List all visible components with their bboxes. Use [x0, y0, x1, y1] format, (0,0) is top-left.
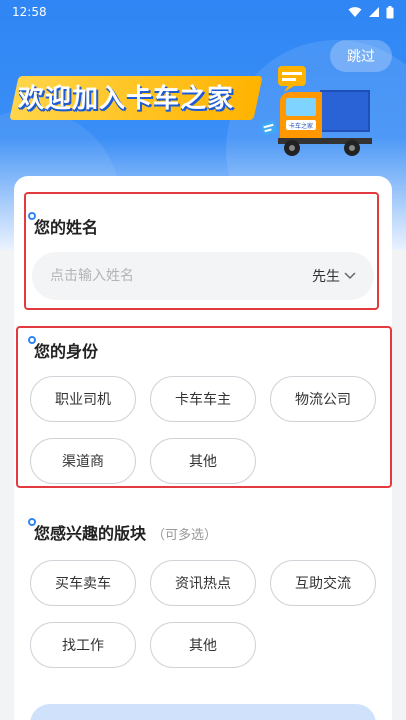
interest-option[interactable]: 互助交流 [270, 560, 376, 606]
section-dot-icon [28, 518, 36, 526]
page-title: 欢迎加入卡车之家 [18, 84, 235, 114]
truck-illustration: 卡车之家 [261, 66, 372, 156]
interest-section-label: 您感兴趣的版块 [34, 524, 147, 543]
signal-icon [369, 7, 379, 17]
interest-option[interactable]: 找工作 [30, 622, 136, 668]
status-bar: 12:58 [0, 0, 406, 24]
interest-section-hint: （可多选） [152, 528, 218, 543]
interest-option[interactable]: 其他 [150, 622, 256, 668]
truck-plate-label: 卡车之家 [289, 122, 313, 130]
wifi-icon [348, 7, 362, 17]
interest-option[interactable]: 资讯热点 [150, 560, 256, 606]
highlight-box-identity [16, 326, 392, 488]
highlight-box-name [24, 192, 379, 310]
status-time: 12:58 [12, 5, 47, 19]
status-icons [348, 5, 394, 19]
interest-section-title: 您感兴趣的版块 （可多选） [28, 518, 218, 544]
submit-button[interactable] [30, 704, 376, 720]
battery-icon [386, 5, 394, 18]
interest-option[interactable]: 买车卖车 [30, 560, 136, 606]
